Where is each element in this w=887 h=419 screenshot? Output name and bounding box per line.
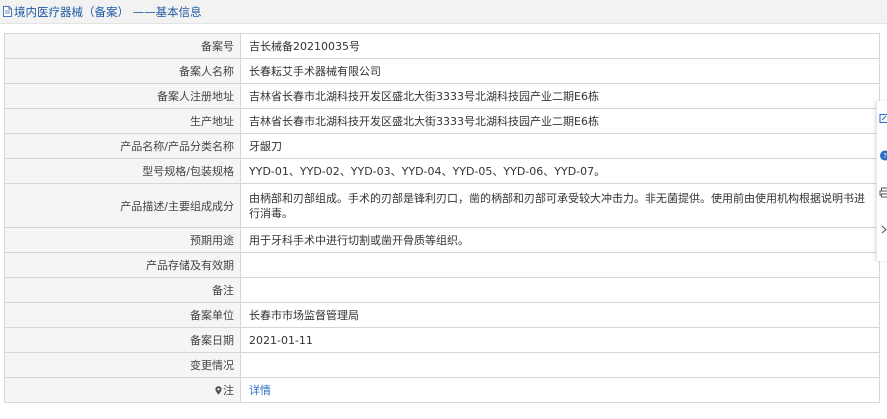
table-row: 型号规格/包装规格 YYD-01、YYD-02、YYD-03、YYD-04、YY… xyxy=(4,158,880,184)
page-title: 境内医疗器械（备案） ——基本信息 xyxy=(14,4,202,19)
help-icon[interactable]: ? xyxy=(879,150,887,161)
page-header: 境内医疗器械（备案） ——基本信息 xyxy=(0,0,887,24)
row-label: 产品描述/主要组成成分 xyxy=(4,183,241,228)
table-row: 生产地址 吉林省长春市北湖科技开发区盛北大街3333号北湖科技园产业二期E6栋 xyxy=(4,108,880,134)
table-row: 产品名称/产品分类名称 牙龈刀 xyxy=(4,133,880,159)
row-value: 牙龈刀 xyxy=(240,133,880,159)
note-label: 注 xyxy=(223,384,234,397)
row-label: 产品名称/产品分类名称 xyxy=(4,133,241,159)
note-value-cell: 详情 xyxy=(240,377,880,403)
table-row: 备案单位 长春市市场监督管理局 xyxy=(4,302,880,328)
row-label: 变更情况 xyxy=(4,352,241,378)
svg-text:?: ? xyxy=(883,152,887,160)
table-row: 产品描述/主要组成成分 由柄部和刃部组成。手术的刃部是锋利刃口，凿的柄部和刃部可… xyxy=(4,183,880,228)
details-link[interactable]: 详情 xyxy=(249,384,271,397)
row-label: 备案号 xyxy=(4,33,241,59)
row-label: 生产地址 xyxy=(4,108,241,134)
table-row: 备案日期 2021-01-11 xyxy=(4,327,880,353)
row-value xyxy=(240,277,880,303)
table-row: 备案人名称 长春耘艾手术器械有限公司 xyxy=(4,58,880,84)
table-row: 预期用途 用于牙科手术中进行切割或凿开骨质等组织。 xyxy=(4,227,880,253)
print-icon[interactable] xyxy=(879,187,887,198)
row-value: 由柄部和刃部组成。手术的刃部是锋利刃口，凿的柄部和刃部可承受较大冲击力。非无菌提… xyxy=(240,183,880,228)
row-label: 产品存储及有效期 xyxy=(4,252,241,278)
table-row: 备案人注册地址 吉林省长春市北湖科技开发区盛北大街3333号北湖科技园产业二期E… xyxy=(4,83,880,109)
table-row: 备注 xyxy=(4,277,880,303)
map-pin-icon xyxy=(215,386,222,395)
basic-info-table: 备案号 吉长械备20210035号 备案人名称 长春耘艾手术器械有限公司 备案人… xyxy=(4,33,880,403)
row-label: 型号规格/包装规格 xyxy=(4,158,241,184)
row-value: 2021-01-11 xyxy=(240,327,880,353)
row-value: 吉林省长春市北湖科技开发区盛北大街3333号北湖科技园产业二期E6栋 xyxy=(240,108,880,134)
row-label: 备案人名称 xyxy=(4,58,241,84)
side-toolbar: ? xyxy=(876,101,887,261)
row-value: 用于牙科手术中进行切割或凿开骨质等组织。 xyxy=(240,227,880,253)
row-label: 预期用途 xyxy=(4,227,241,253)
document-icon xyxy=(3,6,12,17)
row-label: 备案单位 xyxy=(4,302,241,328)
row-value: 吉长械备20210035号 xyxy=(240,33,880,59)
row-value xyxy=(240,252,880,278)
row-value: 长春市市场监督管理局 xyxy=(240,302,880,328)
table-row: 注 详情 xyxy=(4,377,880,403)
row-value: 长春耘艾手术器械有限公司 xyxy=(240,58,880,84)
row-value: YYD-01、YYD-02、YYD-03、YYD-04、YYD-05、YYD-0… xyxy=(240,158,880,184)
row-value: 吉林省长春市北湖科技开发区盛北大街3333号北湖科技园产业二期E6栋 xyxy=(240,83,880,109)
table-row: 变更情况 xyxy=(4,352,880,378)
row-label: 备案人注册地址 xyxy=(4,83,241,109)
table-row: 备案号 吉长械备20210035号 xyxy=(4,33,880,59)
row-label: 备案日期 xyxy=(4,327,241,353)
note-label-cell: 注 xyxy=(4,377,241,403)
row-label: 备注 xyxy=(4,277,241,303)
chevron-right-icon[interactable] xyxy=(879,224,887,235)
edit-icon[interactable] xyxy=(879,113,887,124)
row-value xyxy=(240,352,880,378)
table-row: 产品存储及有效期 xyxy=(4,252,880,278)
